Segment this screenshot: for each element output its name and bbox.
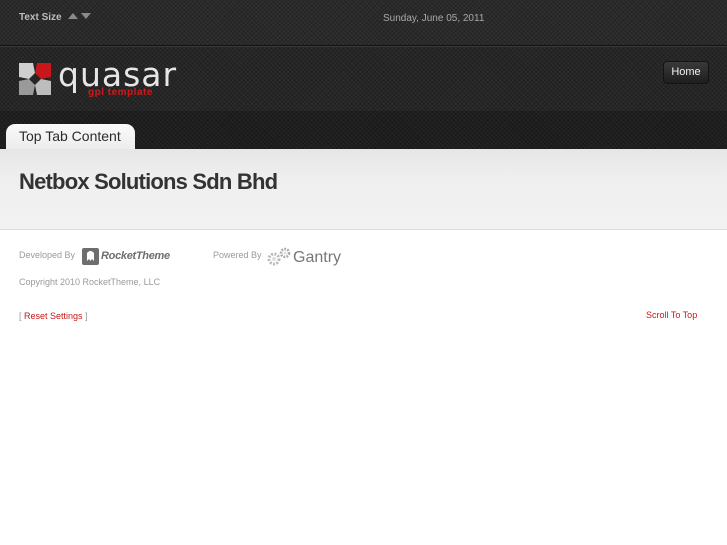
top-bar: Text Size Sunday, June 05, 2011 bbox=[0, 0, 727, 46]
reset-settings-link[interactable]: Reset Settings bbox=[24, 311, 83, 321]
rockettheme-logo-icon[interactable] bbox=[82, 248, 99, 265]
reset-bracket-open: [ bbox=[19, 311, 22, 321]
rockettheme-brand[interactable]: RocketTheme bbox=[101, 250, 170, 262]
copyright-text: Copyright 2010 RocketTheme, LLC bbox=[19, 277, 161, 287]
tab-top-tab-content[interactable]: Top Tab Content bbox=[6, 124, 135, 150]
scroll-to-top-link[interactable]: Scroll To Top bbox=[646, 310, 697, 320]
quasar-logo-icon bbox=[19, 63, 51, 95]
text-size-label: Text Size bbox=[19, 12, 62, 23]
reset-bracket-close: ] bbox=[85, 311, 88, 321]
text-size-decrease-icon[interactable] bbox=[81, 13, 91, 19]
main-content: Netbox Solutions Sdn Bhd bbox=[0, 149, 727, 230]
page-title: Netbox Solutions Sdn Bhd bbox=[19, 169, 278, 194]
text-size-increase-icon[interactable] bbox=[68, 13, 78, 19]
reset-settings: [ Reset Settings ] bbox=[19, 311, 88, 321]
developed-by-label: Developed By bbox=[19, 250, 76, 260]
header: quasar gpl template Home bbox=[0, 46, 727, 112]
nav-home-button[interactable]: Home bbox=[663, 61, 709, 84]
powered-by-label: Powered By bbox=[213, 250, 262, 260]
logo-subtext: gpl template bbox=[88, 87, 153, 98]
gantry-gear-icon[interactable] bbox=[266, 247, 292, 267]
gantry-brand[interactable]: Gantry bbox=[293, 249, 341, 267]
current-date: Sunday, June 05, 2011 bbox=[383, 13, 485, 24]
